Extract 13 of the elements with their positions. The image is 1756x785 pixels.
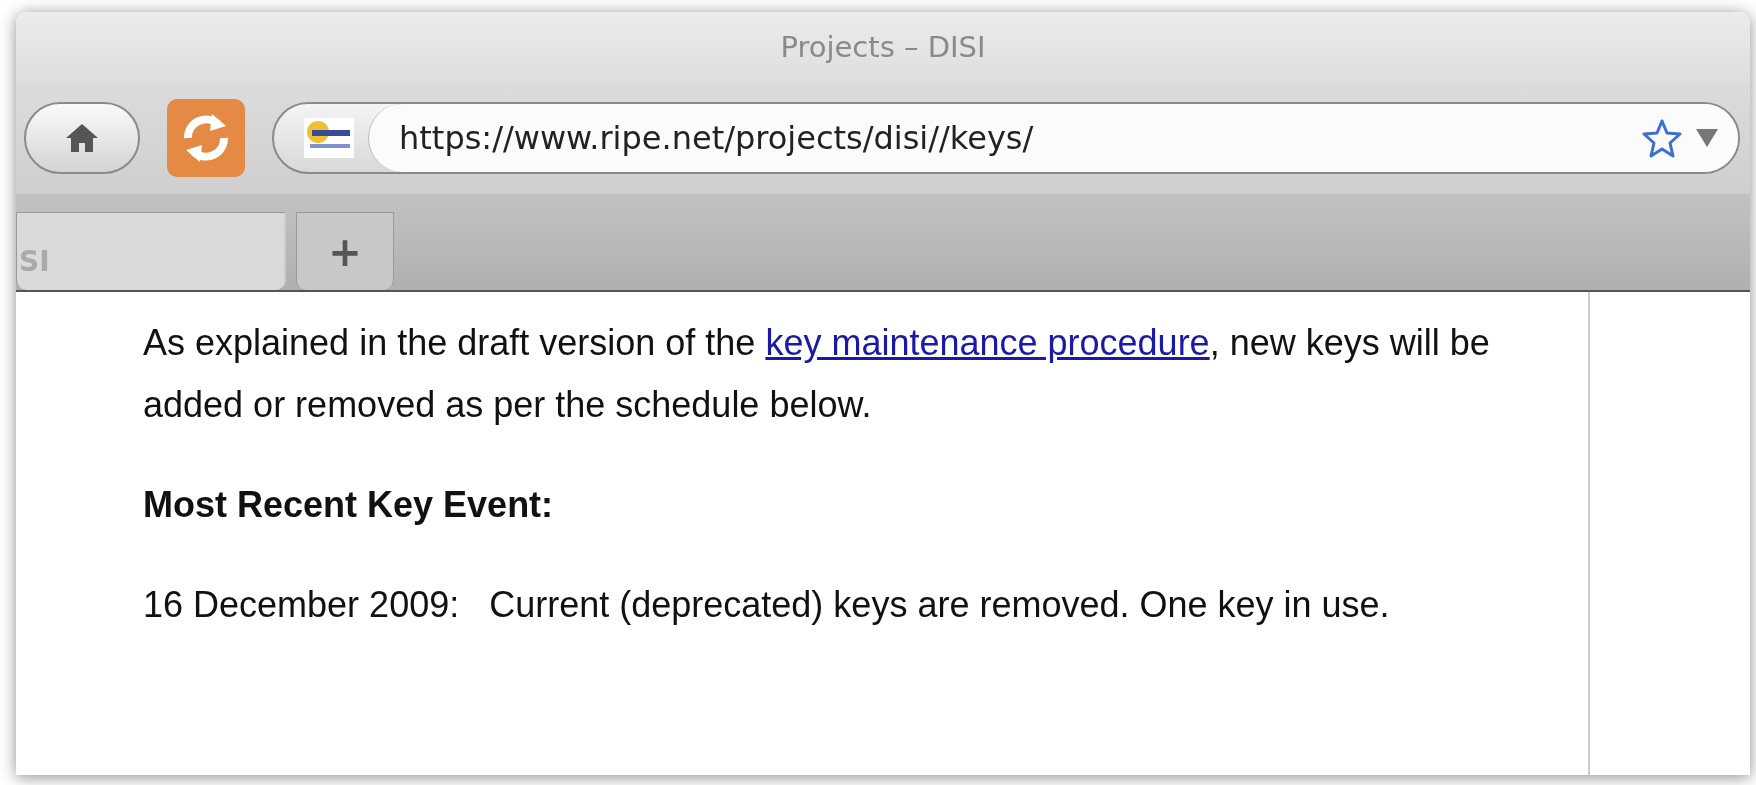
new-tab-button[interactable]: + [296,212,394,290]
intro-paragraph: As explained in the draft version of the key maintenance procedure, new keys will be added or removed as per the schedule below. [143,321,1491,427]
site-icon [304,118,354,158]
home-icon [64,122,100,154]
window-title: Projects – DISI [780,30,986,64]
url-text: https://www.ripe.net/projects/disi//keys/ [399,119,1035,157]
caret-icon[interactable] [1696,129,1718,147]
star-icon[interactable] [1642,118,1682,158]
procedure-link[interactable]: key maintenance procedure [765,322,1210,363]
section-heading: Most Recent Key Event: [143,483,555,527]
sync-icon[interactable] [166,98,246,178]
address-bar[interactable]: https://www.ripe.net/projects/disi//keys/ [272,102,1740,174]
event-text: 16 December 2009: Current (deprecated) keys are removed. One key in use. [143,583,1391,627]
